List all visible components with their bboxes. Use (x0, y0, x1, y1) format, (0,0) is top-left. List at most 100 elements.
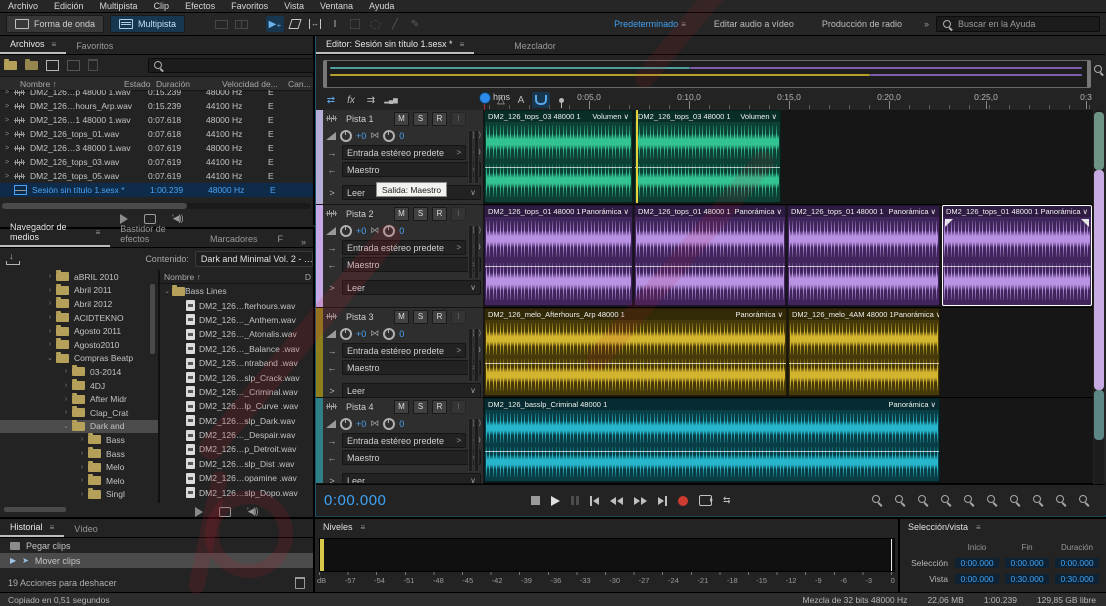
volume-value[interactable]: +0 (356, 419, 366, 429)
panel-menu-icon[interactable]: ≡ (976, 523, 981, 532)
output-selector[interactable]: Maestro> (342, 162, 481, 177)
workspace-tab[interactable]: Editar audio a vídeo (700, 19, 808, 29)
automation-mode-dropdown[interactable]: Leer∨ (342, 473, 481, 484)
preview-autoplay-icon[interactable]: '◀)) (247, 506, 258, 517)
delete-icon[interactable] (88, 59, 98, 71)
time-value[interactable]: 0:00.000 (955, 558, 999, 568)
loop-playback-button[interactable] (699, 495, 712, 506)
play-button[interactable] (551, 496, 560, 506)
zoom-in-time-button[interactable] (917, 494, 930, 507)
expander-icon[interactable]: › (76, 464, 88, 471)
input-selector[interactable]: Entrada estéreo predete> (342, 145, 466, 160)
routing-icon[interactable]: ⇉ (362, 92, 380, 108)
menu-item[interactable]: Multipista (92, 1, 146, 11)
restore-zoom-button[interactable] (1055, 494, 1068, 507)
expander-icon[interactable]: › (76, 450, 88, 457)
export-icon[interactable] (67, 60, 80, 71)
clip-header[interactable]: DM2_126_tops_01 48000 1Panorámica∨ (635, 206, 785, 217)
menu-item[interactable]: Efectos (177, 1, 223, 11)
expander-icon[interactable]: > (0, 159, 14, 166)
tab-editor[interactable]: Editor: Sesión sin título 1.sesx *≡ (316, 39, 474, 54)
marquee-tool-icon[interactable] (346, 16, 364, 32)
waveform-view-button[interactable]: Forma de onda (6, 15, 104, 33)
list-item[interactable]: DM2_126…slp_Crack.wav (160, 370, 313, 384)
pause-button[interactable] (571, 496, 574, 505)
mute-button[interactable]: M (394, 310, 409, 324)
list-item[interactable]: DM2_126…p_Detroit.wav (160, 442, 313, 456)
help-search-input[interactable]: Buscar en la Ayuda (936, 16, 1100, 32)
playhead-handle[interactable] (479, 92, 491, 104)
time-value[interactable]: 0:00.000 (955, 574, 999, 584)
media-tab[interactable]: F (267, 234, 293, 247)
media-tabs-overflow-icon[interactable]: » (293, 237, 313, 247)
lasso-tool-icon[interactable] (366, 16, 384, 32)
panel-menu-icon[interactable]: ≡ (361, 523, 366, 532)
expander-icon[interactable]: › (44, 287, 56, 294)
monitor-input-button[interactable]: I (451, 400, 466, 414)
expander-icon[interactable]: ⌄ (44, 354, 56, 362)
expander-icon[interactable]: › (44, 328, 56, 335)
files-hscrollbar[interactable] (2, 203, 311, 209)
clip-header[interactable]: DM2_126_tops_03 48000 1Volumen∨ (635, 111, 780, 122)
list-item[interactable]: DM2_126…opamine .wav (160, 471, 313, 485)
audio-clip[interactable]: DM2_126_tops_01 48000 1Panorámica∨ (787, 205, 940, 306)
tree-item[interactable]: ›Agosto 2011 (0, 324, 158, 338)
envelope-line[interactable] (788, 266, 939, 267)
zoom-out-button[interactable] (894, 494, 907, 507)
audio-clip[interactable]: DM2_126_tops_01 48000 1Panorámica∨ (484, 205, 633, 306)
table-row[interactable]: Sesión sin título 1.sesx *1:00.23948000 … (0, 183, 313, 197)
automation-expander-icon[interactable]: > (326, 386, 338, 396)
tree-item[interactable]: ›Agosto2010 (0, 338, 158, 352)
media-tab[interactable]: Bastidor de efectos (110, 224, 200, 247)
expander-icon[interactable]: > (0, 117, 14, 124)
input-selector[interactable]: Entrada estéreo predete> (342, 343, 466, 358)
clip-param-dropdown[interactable]: Panorámica∨ (1040, 207, 1088, 216)
audio-clip[interactable]: DM2_126_tops_01 48000 1Panorámica∨ (634, 205, 786, 306)
track-header[interactable]: Pista 2MSRI+0⋈0(+)→Entrada estéreo prede… (316, 205, 483, 308)
time-value[interactable]: 0:00.000 (1005, 558, 1049, 568)
input-selector[interactable]: Entrada estéreo predete> (342, 433, 466, 448)
tracks-vscrollbar[interactable] (1094, 110, 1104, 484)
arm-record-button[interactable]: R (432, 112, 447, 126)
tree-scrollbar[interactable] (150, 284, 155, 354)
automation-mode-dropdown[interactable]: Leer∨ (342, 280, 481, 295)
track-name[interactable]: Pista 1 (346, 114, 390, 124)
pan-knob[interactable] (383, 225, 395, 237)
automation-mode-dropdown[interactable]: Leer∨ (342, 383, 481, 398)
go-to-start-button[interactable] (590, 496, 599, 506)
expander-icon[interactable]: > (0, 131, 14, 138)
audio-clip[interactable]: DM2_126_tops_01 48000 1Panorámica∨ (942, 205, 1092, 306)
tree-item[interactable]: ›Abril 2012 (0, 297, 158, 311)
expander-icon[interactable]: › (76, 477, 88, 484)
expander-icon[interactable]: › (44, 341, 56, 348)
razor-tool-icon[interactable] (286, 16, 304, 32)
tree-item[interactable]: ›aBRIL 2010 (0, 270, 158, 284)
track-header[interactable]: Pista 3MSRI+0⋈0(+)→Entrada estéreo prede… (316, 308, 483, 398)
pencil-tool-icon[interactable]: ╱ (386, 16, 404, 32)
zoom-full-button[interactable] (1078, 494, 1091, 507)
timeline-ruler[interactable]: hms 0:05,00:10,00:15,00:20,00:25,00:3 (483, 90, 1093, 110)
audio-clip[interactable]: DM2_126_melo_4AM 48000 1Panorámica∨ (788, 308, 940, 396)
tab-mezclador[interactable]: Mezclador (504, 41, 566, 54)
list-item[interactable]: DM2_126…_Despair.wav (160, 428, 313, 442)
panel-menu-icon[interactable]: ≡ (52, 40, 57, 49)
list-item[interactable]: DM2_126…_Atonalis.wav (160, 327, 313, 341)
media-tab[interactable]: Marcadores (200, 234, 268, 247)
media-hscrollbar[interactable] (4, 507, 66, 512)
list-item[interactable]: DM2_126…slp_Dopo.wav (160, 485, 313, 499)
volume-knob[interactable] (340, 418, 352, 430)
table-row[interactable]: >DM2_126…1 48000 1.wav0:07.61848000 HzE (0, 113, 313, 127)
expander-icon[interactable]: › (60, 382, 72, 389)
tree-item[interactable]: ›03-2014 (0, 365, 158, 379)
multitrack-view-button[interactable]: Multipista (110, 15, 185, 33)
automation-expander-icon[interactable]: > (326, 283, 338, 293)
clip-param-dropdown[interactable]: Volumen∨ (592, 112, 629, 121)
track-lane[interactable]: DM2_126_melo_Afterhours_Arp 48000 1Panor… (483, 308, 1093, 398)
mute-button[interactable]: M (394, 400, 409, 414)
stop-button[interactable] (531, 496, 540, 505)
time-value[interactable]: 0:00.000 (1055, 558, 1099, 568)
solo-button[interactable]: S (413, 310, 428, 324)
trash-icon[interactable] (295, 577, 305, 589)
time-value[interactable]: 0:30.000 (1055, 574, 1099, 584)
list-item[interactable]: DM2_126…_Balance .wav (160, 342, 313, 356)
